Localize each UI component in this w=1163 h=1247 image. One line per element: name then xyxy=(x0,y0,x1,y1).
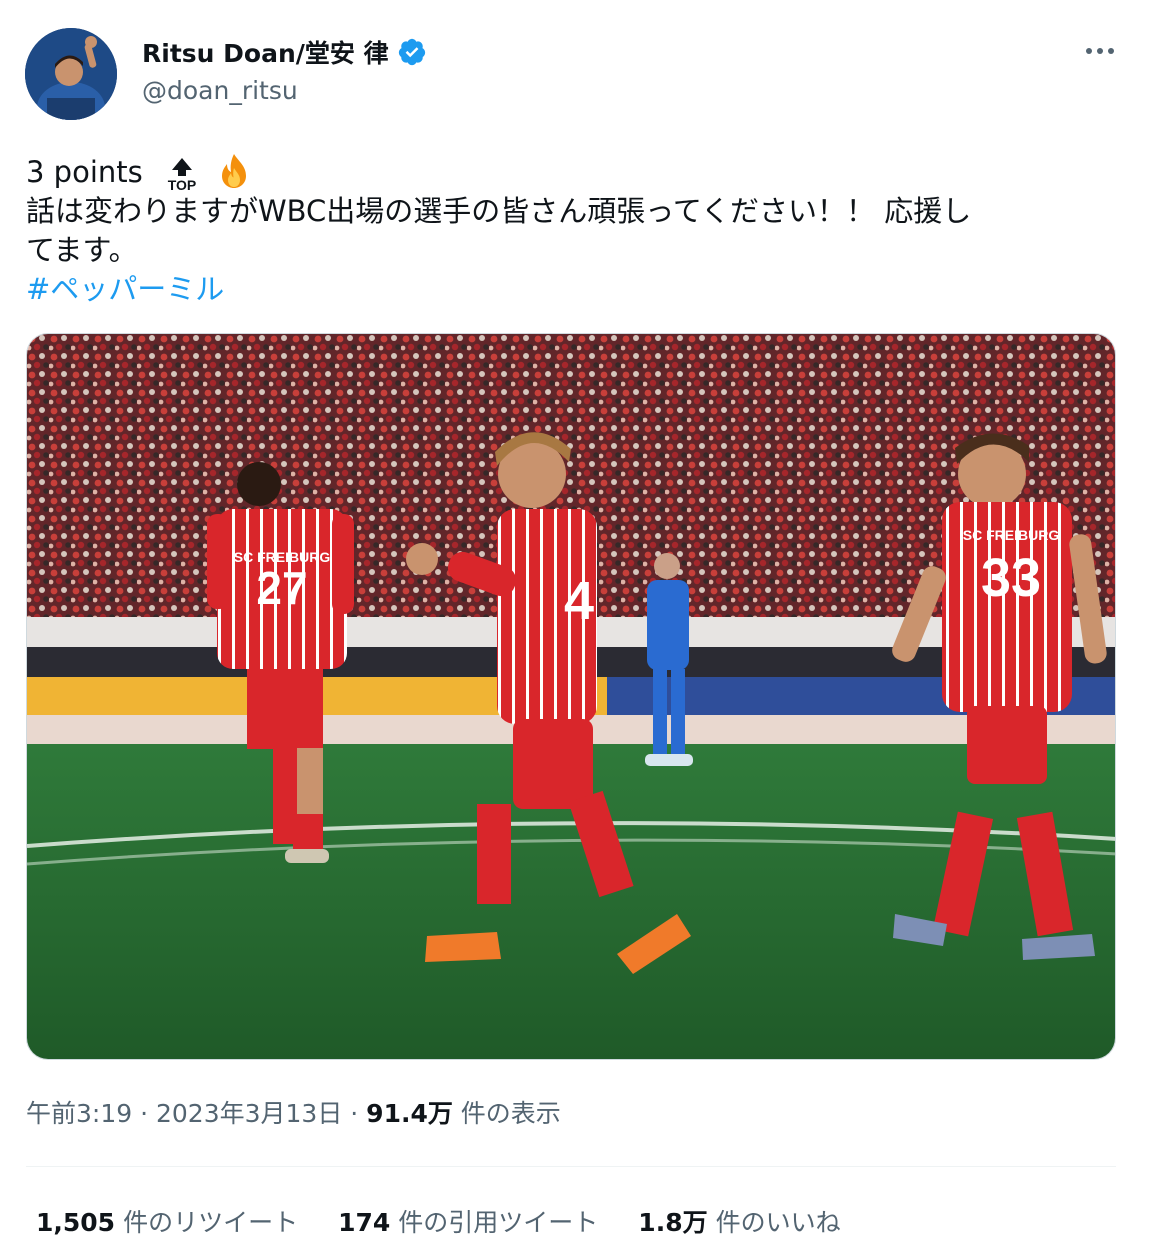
avatar[interactable] xyxy=(25,28,117,120)
top-arrow-emoji-icon: TOP xyxy=(168,158,197,192)
tweet-meta: 午前3:19 · 2023年3月13日 · 91.4万 件の表示 xyxy=(26,1094,561,1130)
verified-badge-icon xyxy=(398,38,425,66)
tweet-photo[interactable]: SC FREIBURG 27 4 SC FREIBURG 33 xyxy=(26,333,1116,1060)
photo-image: SC FREIBURG 27 4 SC FREIBURG 33 xyxy=(27,334,1115,1059)
retweets-count: 1,505 xyxy=(36,1208,116,1237)
divider xyxy=(26,1166,1116,1167)
svg-text:TOP: TOP xyxy=(168,177,197,192)
retweets-label: 件のリツイート xyxy=(123,1208,299,1237)
quotes-stat[interactable]: 174 件の引用ツイート xyxy=(338,1203,598,1239)
meta-separator-2: · xyxy=(342,1099,367,1128)
player-27-number: 27 xyxy=(256,562,307,614)
tweet-time[interactable]: 午前3:19 xyxy=(26,1099,132,1128)
svg-text:4: 4 xyxy=(564,571,594,631)
more-options-icon[interactable] xyxy=(1080,36,1120,66)
player-33-jersey-text: SC FREIBURG xyxy=(963,527,1060,543)
likes-stat[interactable]: 1.8万 件のいいね xyxy=(638,1203,840,1239)
fire-emoji-icon xyxy=(222,154,247,188)
player-33-number: 33 xyxy=(981,548,1041,608)
engagement-stats: 1,505 件のリツイート 174 件の引用ツイート 1.8万 件のいいね xyxy=(36,1203,881,1239)
display-name-text: Ritsu Doan/堂安 律 xyxy=(142,39,389,68)
tweet-date[interactable]: 2023年3月13日 xyxy=(156,1099,342,1128)
quotes-count: 174 xyxy=(338,1208,391,1237)
user-handle[interactable]: @doan_ritsu xyxy=(142,76,298,105)
views-label: 件の表示 xyxy=(452,1099,561,1128)
tweet-line-1: 3 points TOP xyxy=(26,152,1116,192)
tweet-line-3: てます。 xyxy=(26,233,138,267)
quotes-label: 件の引用ツイート xyxy=(398,1208,599,1237)
tweet-line-1-text: 3 points xyxy=(26,155,143,189)
likes-label: 件のいいね xyxy=(715,1208,841,1237)
views-count: 91.4万 xyxy=(366,1099,453,1128)
hashtag-link[interactable]: #ペッパーミル xyxy=(26,270,1116,309)
display-name[interactable]: Ritsu Doan/堂安 律 xyxy=(142,34,427,70)
retweets-stat[interactable]: 1,505 件のリツイート xyxy=(36,1203,298,1239)
likes-count: 1.8万 xyxy=(638,1208,708,1237)
tweet-text: 3 points TOP 話は変わりますがWBC出場の選手の皆さん頑張ってくださ… xyxy=(26,152,1116,309)
tweet: Ritsu Doan/堂安 律 @doan_ritsu 3 points TOP… xyxy=(0,0,1163,1247)
avatar-image xyxy=(25,28,117,120)
tweet-line-2: 話は変わりますがWBC出場の選手の皆さん頑張ってください！！ 応援し xyxy=(26,194,972,228)
meta-separator-1: · xyxy=(132,1099,156,1128)
